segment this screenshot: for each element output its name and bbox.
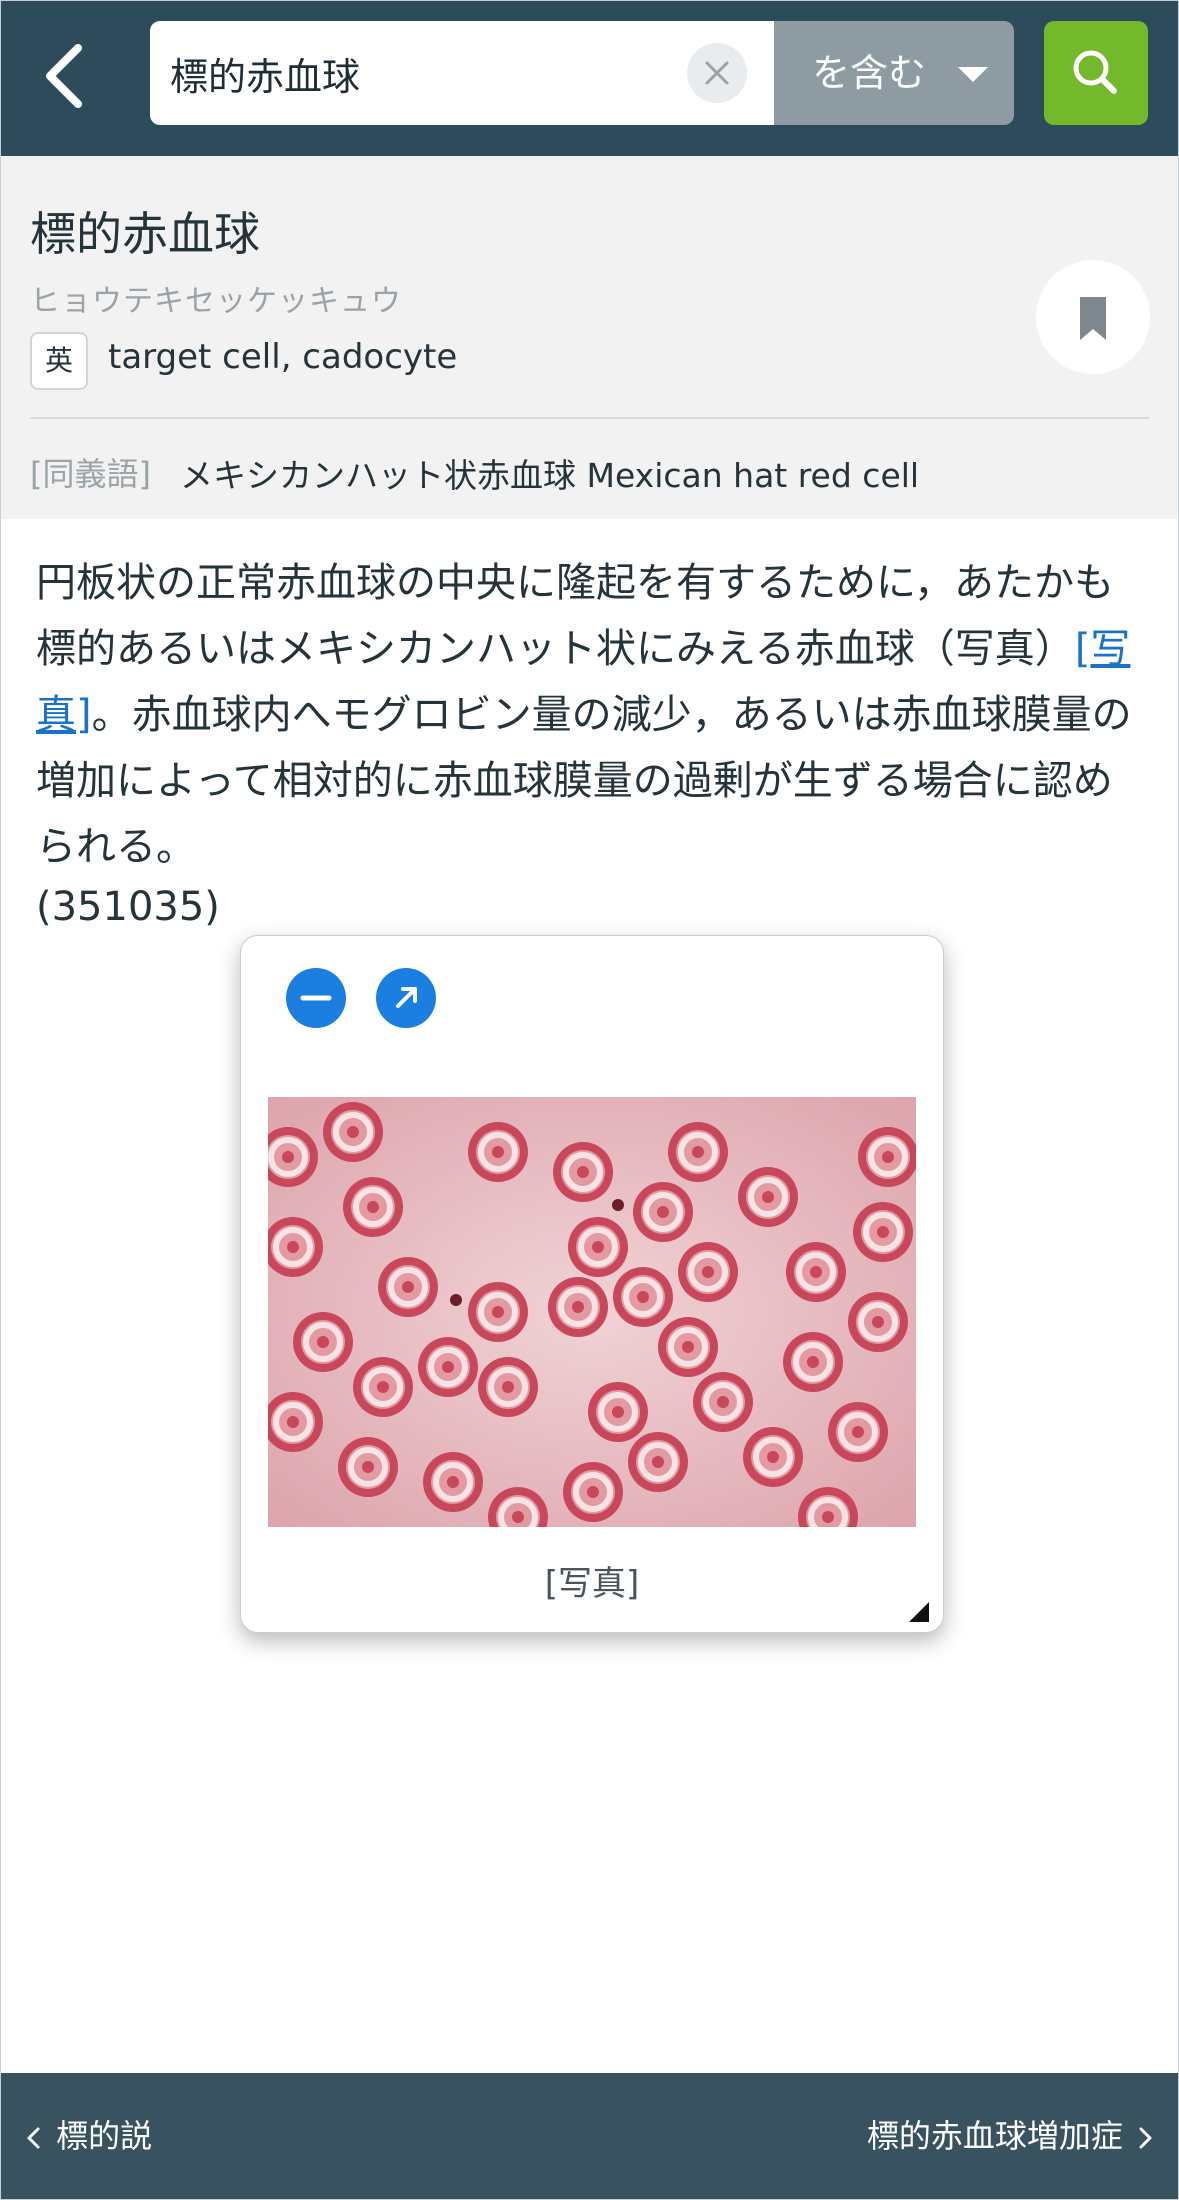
bookmark-button[interactable] — [1036, 260, 1150, 374]
english-term: target cell, cadocyte — [108, 337, 458, 377]
entry-reading: ヒョウテキセッケッキュウ — [30, 284, 402, 319]
back-button[interactable] — [30, 36, 100, 116]
bottom-navigation: 標的説 標的赤血球増加症 — [0, 2073, 1179, 2200]
english-badge: 英 — [30, 332, 88, 390]
next-entry-label: 標的赤血球増加症 — [866, 2117, 1123, 2155]
expand-arrow-icon — [396, 987, 417, 1008]
definition-part-2: 。赤血球内へモグロビン量の減少，あるいは赤血球膜量の増加によって相対的に赤血球膜… — [36, 692, 1132, 870]
caret-down-icon — [958, 67, 988, 82]
search-input[interactable] — [170, 21, 690, 125]
synonym-text: メキシカンハット状赤血球 Mexican hat red cell — [180, 456, 920, 495]
search-field — [150, 21, 774, 125]
bookmark-icon — [1080, 297, 1106, 340]
photo-caption: [写真] — [544, 1564, 640, 1604]
synonym-label: [同義語] — [30, 455, 151, 493]
search-mode-select[interactable]: を含む — [774, 21, 1014, 125]
definition-text: 円板状の正常赤血球の中央に隆起を有するために，あたかも標的あるいはメキシカンハッ… — [36, 550, 1146, 880]
expand-button[interactable] — [376, 968, 436, 1028]
top-bar: を含む — [0, 0, 1179, 156]
search-mode-label: を含む — [812, 51, 927, 95]
resize-handle[interactable] — [909, 1602, 929, 1622]
minimize-icon — [300, 995, 332, 1001]
previous-entry-link[interactable]: 標的説 — [22, 2073, 152, 2200]
search-button[interactable] — [1044, 21, 1148, 125]
next-entry-link[interactable]: 標的赤血球増加症 — [867, 2073, 1157, 2200]
chevron-left-icon — [46, 44, 82, 108]
definition-part-1: 円板状の正常赤血球の中央に隆起を有するために，あたかも標的あるいはメキシカンハッ… — [36, 560, 1114, 672]
entry-header: 標的赤血球 ヒョウテキセッケッキュウ 英 target cell, cadocy… — [0, 156, 1179, 519]
header-divider — [30, 417, 1149, 419]
clear-search-button[interactable] — [687, 43, 747, 103]
search-icon — [1073, 50, 1117, 94]
photo-popup: [写真] — [240, 935, 944, 1633]
entry-term: 標的赤血球 — [30, 207, 260, 261]
previous-entry-label: 標的説 — [56, 2117, 153, 2155]
chevron-left-icon — [27, 2127, 40, 2149]
entry-code: (351035) — [36, 884, 220, 930]
minimize-button[interactable] — [286, 968, 346, 1028]
target-cell-photo — [268, 1097, 916, 1527]
chevron-right-icon — [1139, 2127, 1152, 2149]
close-icon — [705, 61, 729, 85]
